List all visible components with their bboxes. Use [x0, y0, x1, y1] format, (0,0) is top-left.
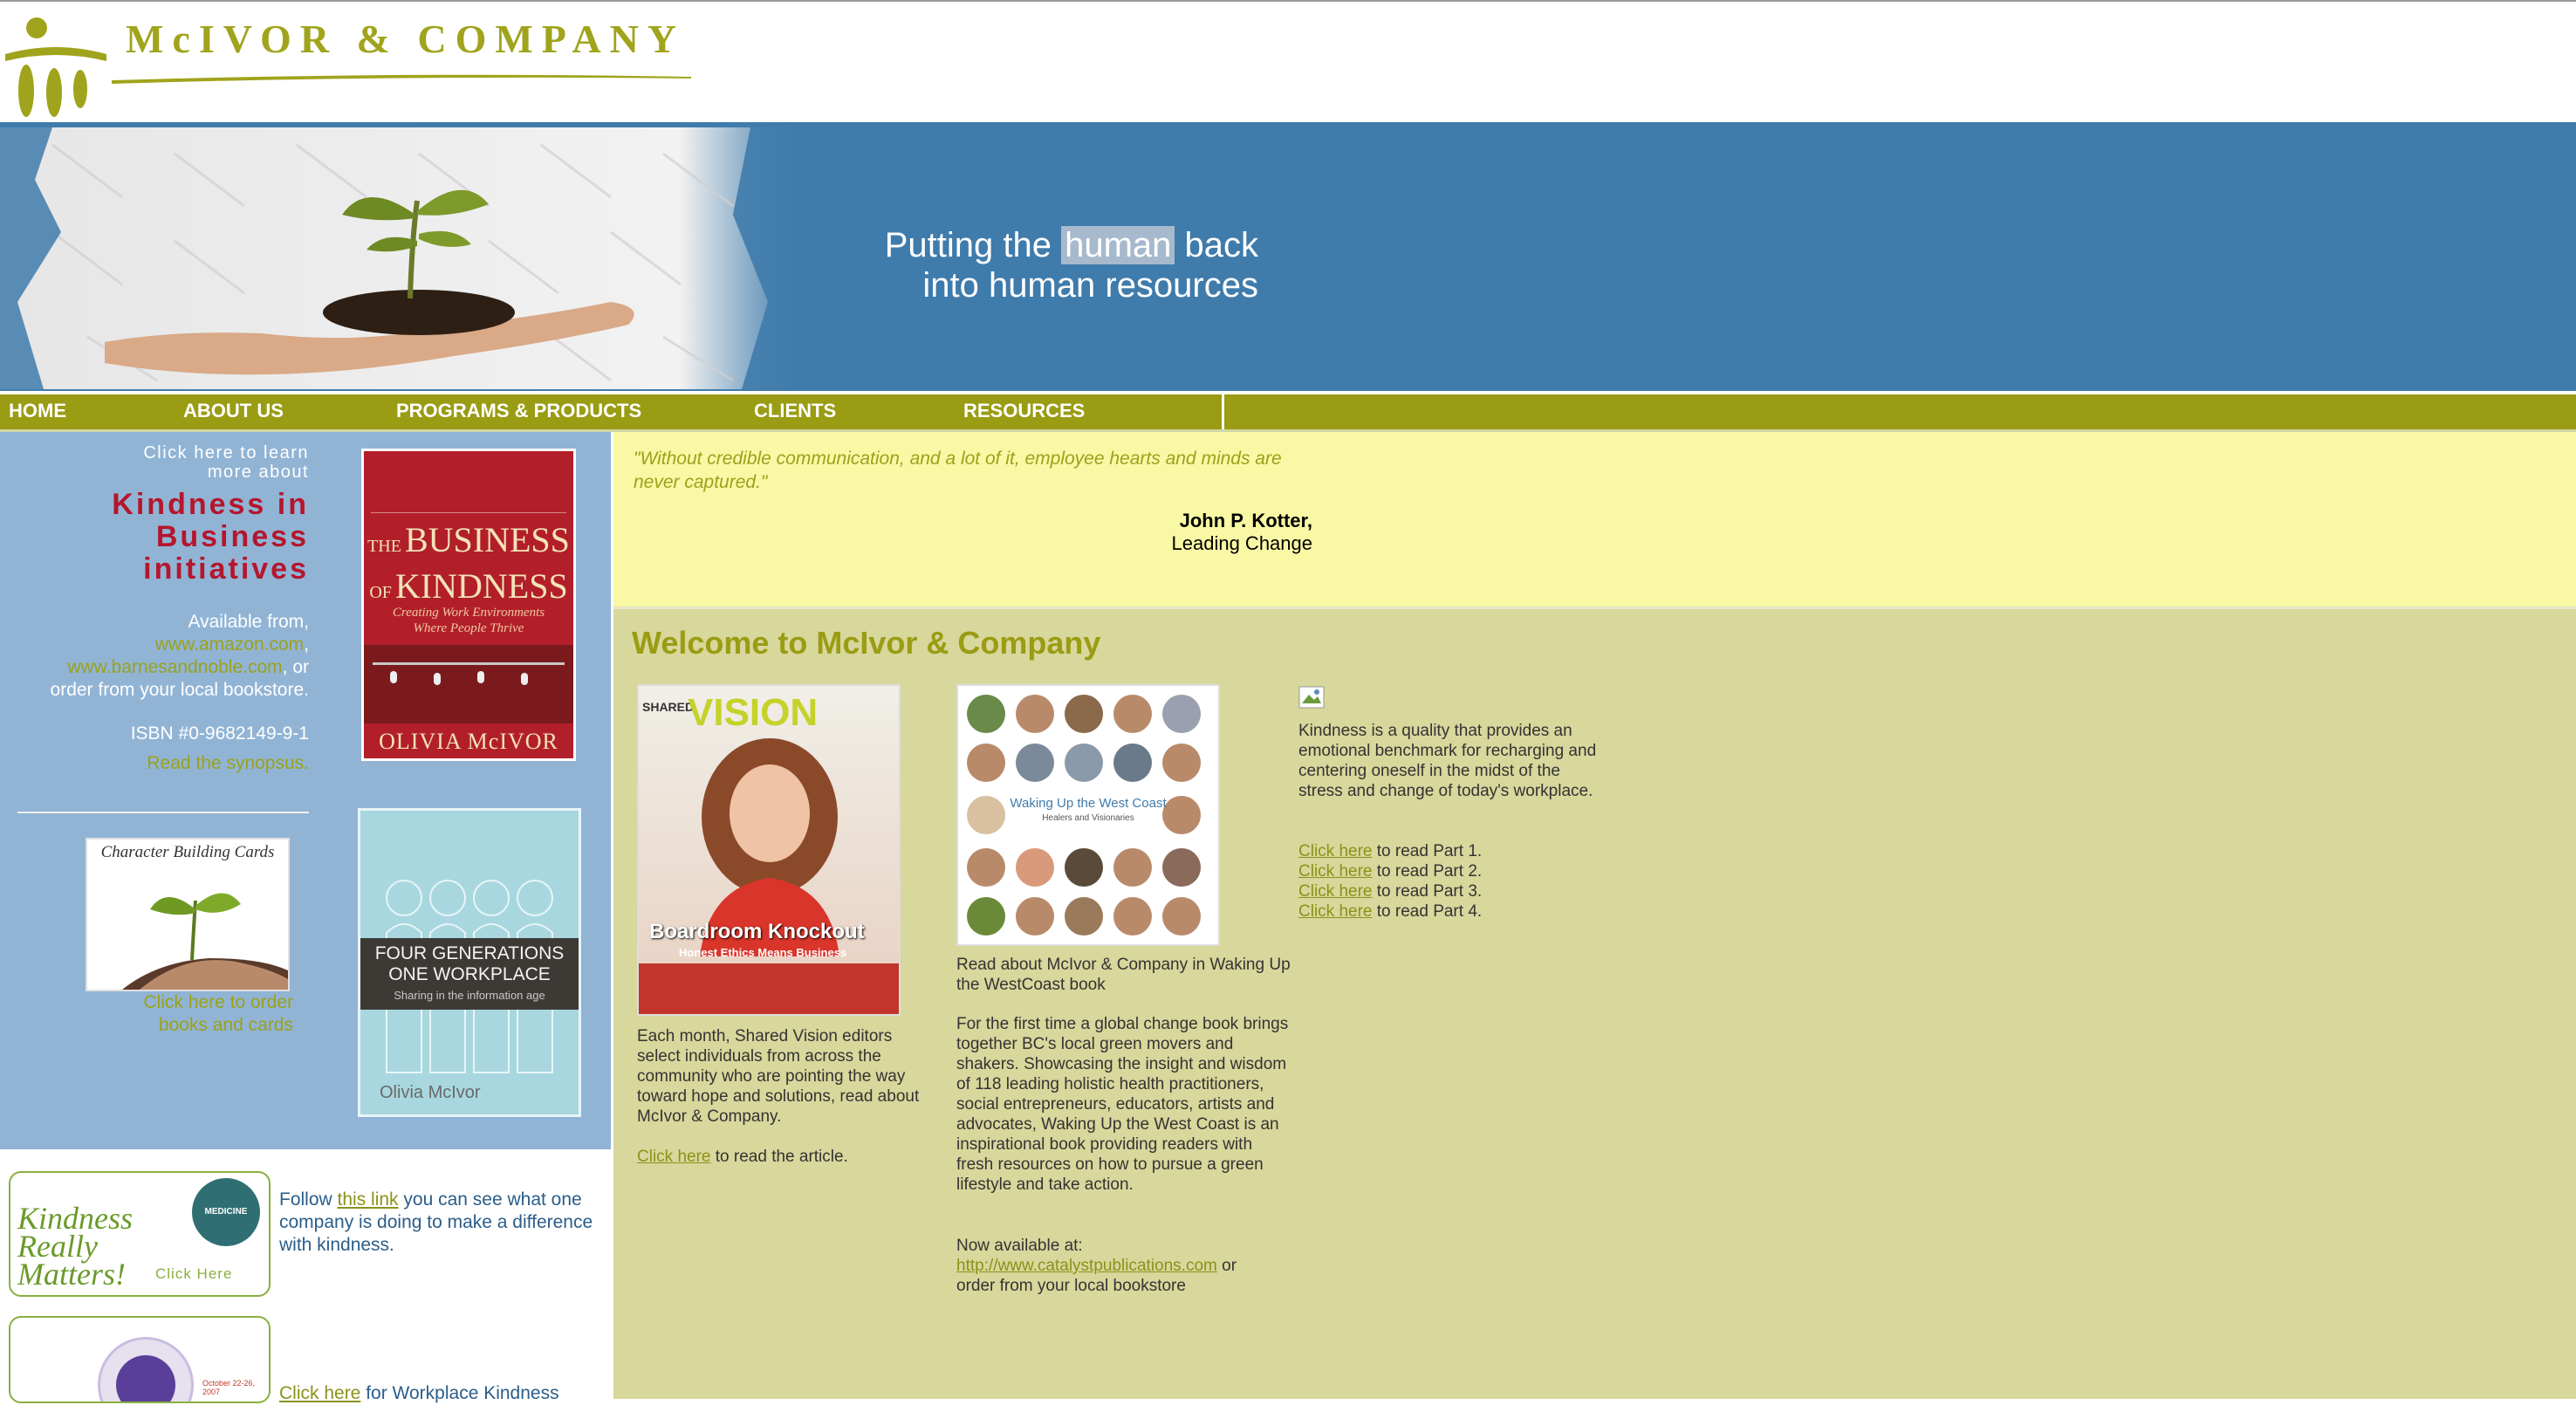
kindness-description: Kindness is a quality that provides an e… [1298, 722, 1597, 800]
nav-programs-products[interactable]: PROGRAMS & PRODUCTS [396, 400, 641, 422]
part-4-link[interactable]: Click here [1298, 902, 1372, 921]
page-title: Welcome to McIvor & Company [632, 625, 1101, 661]
workplace-kindness-badge[interactable]: October 22-26, 2007 [9, 1316, 271, 1403]
order-books-cards-link[interactable]: Click here to order books and cards [35, 991, 293, 1037]
shared-vision-magazine-cover[interactable]: SHARED VISION Boardroom Knockout Honest … [637, 684, 901, 1016]
part-4-line: Click here to read Part 4. [1298, 902, 1483, 921]
kindness-parts-list: Click here to read Part 1. Click here to… [1298, 841, 1604, 922]
nav-resources[interactable]: RESOURCES [963, 400, 1085, 422]
nav-bar [0, 394, 2576, 429]
barnesandnoble-link[interactable]: www.barnesandnoble.com [67, 657, 282, 677]
four-generations-book[interactable]: FOUR GENERATIONS ONE WORKPLACE Sharing i… [358, 808, 581, 1117]
top-border [0, 0, 2576, 2]
brand-swoosh [112, 74, 691, 84]
cards-seedling-icon [122, 893, 288, 990]
waking-up-west-coast-cover[interactable]: Waking Up the West Coast Healers and Vis… [956, 684, 1220, 946]
part-3-link[interactable]: Click here [1298, 882, 1372, 901]
character-building-cards-image[interactable]: Character Building Cards [86, 838, 290, 991]
workplace-kindness-text: Click here for Workplace Kindness [279, 1383, 559, 1403]
part-2-link[interactable]: Click here [1298, 862, 1372, 881]
banner-tagline: Putting the human back into human resour… [884, 226, 1258, 305]
kindness-promo-title[interactable]: Kindness in Business initiatives [87, 489, 309, 586]
isbn: ISBN #0-9682149-9-1 [130, 723, 309, 744]
this-link[interactable]: this link [338, 1189, 399, 1210]
quote-source: Leading Change [1171, 532, 1312, 554]
part-2-line: Click here to read Part 2. [1298, 862, 1483, 881]
part-1-line: Click here to read Part 1. [1298, 842, 1483, 860]
tagline-highlight: human [1061, 226, 1175, 264]
nav-about-us[interactable]: ABOUT US [183, 400, 284, 422]
nav-separator [1222, 394, 1224, 429]
sidebar-divider [17, 812, 309, 813]
part-3-line: Click here to read Part 3. [1298, 882, 1483, 901]
quote-text: "Without credible communication, and a l… [634, 449, 1282, 492]
kindness-really-matters-badge[interactable]: Kindness Really Matters! MEDICINE CENTRE… [9, 1171, 271, 1297]
shared-vision-description: Each month, Shared Vision editors select… [637, 1027, 920, 1126]
catalyst-publications-link[interactable]: http://www.catalystpublications.com [956, 1257, 1217, 1275]
workplace-kindness-link[interactable]: Click here [279, 1383, 360, 1403]
part-1-link[interactable]: Click here [1298, 842, 1372, 860]
availability-info: Available from, www.amazon.com, www.barn… [50, 612, 309, 700]
wuwc-description: For the first time a global change book … [956, 1015, 1289, 1194]
wuwc-available: Now available at: http://www.catalystpub… [956, 1237, 1237, 1295]
broken-image-icon [1298, 686, 1325, 709]
business-of-kindness-book[interactable]: THE BUSINESS OF KINDNESS Creating Work E… [361, 449, 576, 761]
synopsis-link[interactable]: Read the synopsus. [17, 752, 309, 775]
workplace-kindness-seal-icon [116, 1355, 175, 1402]
hand-seedling-image [0, 127, 799, 389]
read-article-line: Click here to read the article. [637, 1148, 848, 1166]
wuwc-intro: Read about McIvor & Company in Waking Up… [956, 956, 1291, 994]
company-logo-icon[interactable] [5, 16, 106, 119]
nav-clients[interactable]: CLIENTS [754, 400, 836, 422]
kindness-promo-link[interactable]: Click here to learn more about [105, 443, 309, 482]
medicine-centre-seal-icon: MEDICINE CENTRE [192, 1178, 260, 1285]
quote-author: John P. Kotter, [1179, 510, 1312, 531]
brand-name[interactable]: McIVOR & COMPANY [126, 16, 685, 62]
kindness-follow-text: Follow this link you can see what one co… [279, 1189, 593, 1255]
nav-home[interactable]: HOME [9, 400, 66, 422]
amazon-link[interactable]: www.amazon.com [155, 634, 304, 655]
read-article-link[interactable]: Click here [637, 1148, 710, 1166]
